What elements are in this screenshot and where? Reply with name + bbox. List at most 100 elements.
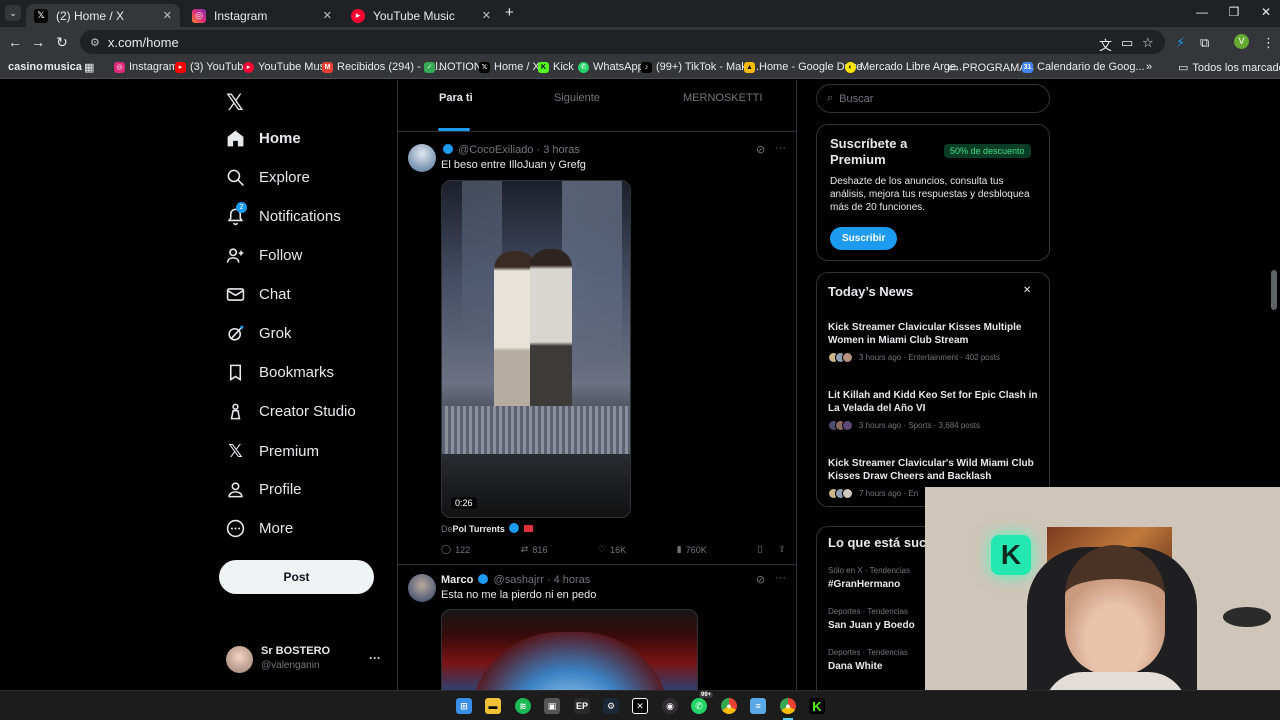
capcut-icon[interactable]: ✕ <box>632 698 648 714</box>
nav-chat[interactable]: Chat <box>226 285 291 304</box>
close-icon[interactable]: ✕ <box>1023 285 1031 296</box>
site-info-icon[interactable]: ⚙ <box>90 36 100 49</box>
nav-explore[interactable]: Explore <box>226 168 310 187</box>
nav-bookmarks[interactable]: Bookmarks <box>226 363 334 382</box>
nav-creator-studio[interactable]: Creator Studio <box>226 402 356 421</box>
minimize-window-button[interactable]: — <box>1187 5 1217 19</box>
source-name[interactable]: Pol Turrents <box>453 524 505 534</box>
epic-games-icon[interactable]: EP <box>574 698 590 714</box>
bookmark-icon <box>229 364 242 382</box>
extensions-puzzle-icon[interactable]: ⧉ <box>1200 35 1209 51</box>
trend-item[interactable]: Deportes · Tendencias San Juan y Boedo <box>828 607 915 631</box>
video-source[interactable]: DePol Turrents <box>441 523 533 534</box>
more-bookmarks-chevron-icon[interactable]: » <box>1146 61 1152 73</box>
bookmark-musica[interactable]: musica <box>44 61 82 73</box>
tweet[interactable]: @CocoExiliado · 3 horas ⊘ ··· El beso en… <box>398 140 796 565</box>
avatar[interactable] <box>408 574 436 602</box>
nav-grok[interactable]: Grok <box>226 324 292 343</box>
store-icon[interactable]: ▣ <box>544 698 560 714</box>
nav-home[interactable]: Home <box>226 129 301 148</box>
tweet-handle[interactable]: @sashajrr <box>494 574 544 586</box>
cast-icon[interactable]: ▭ <box>1121 35 1133 51</box>
views-button[interactable]: ▮ 760K <box>677 544 707 555</box>
share-icon[interactable]: ⇧ <box>778 544 786 555</box>
grok-explain-icon[interactable]: ⊘ <box>756 143 765 156</box>
tab-mernosketti[interactable]: MERNOSKETTI <box>683 92 762 104</box>
file-explorer-icon[interactable]: ▬ <box>485 698 501 714</box>
bookmark-star-icon[interactable]: ☆ <box>1142 35 1154 51</box>
menu-kebab-icon[interactable]: ⋮ <box>1262 35 1275 51</box>
reload-button[interactable]: ↻ <box>53 34 71 51</box>
search-input[interactable]: ⌕ Buscar <box>816 84 1050 113</box>
tab-para-ti[interactable]: Para ti <box>439 92 473 104</box>
bookmark-kick[interactable]: K Kick <box>538 61 574 73</box>
tweet[interactable]: Marco @sashajrr · 4 horas ⊘ ··· Esta no … <box>398 570 796 690</box>
page-scrollbar[interactable] <box>1271 270 1277 310</box>
tweet-time[interactable]: 4 horas <box>554 574 591 586</box>
bookmark-youtube[interactable]: ▸ (3) YouTube <box>175 61 250 73</box>
new-tab-button[interactable]: + <box>505 4 514 21</box>
bookmark-youtube-music[interactable]: ▸ YouTube Music <box>243 61 333 73</box>
obs-icon[interactable]: ◉ <box>662 698 678 714</box>
nav-notifications[interactable]: 2 Notifications <box>226 202 341 226</box>
tab-instagram[interactable]: ◎ Instagram ✕ <box>184 4 340 27</box>
restore-window-button[interactable]: ❐ <box>1219 5 1249 19</box>
nav-more[interactable]: More <box>226 519 293 538</box>
chrome-icon[interactable]: ● <box>721 698 737 714</box>
tweet-handle[interactable]: @CocoExiliado <box>458 144 533 156</box>
bookmark-icon[interactable]: ▯ <box>757 544 762 555</box>
like-button[interactable]: ♡ 16K <box>598 544 626 555</box>
kick-app-icon[interactable]: K <box>809 698 825 714</box>
bookmark-whatsapp[interactable]: ✆ WhatsApp <box>578 61 644 73</box>
account-more-icon[interactable]: ··· <box>369 651 381 665</box>
tweet-image[interactable] <box>441 609 698 690</box>
subscribe-button[interactable]: Suscribir <box>830 227 898 250</box>
reply-button[interactable]: ◯ 122 <box>441 544 470 555</box>
steam-icon[interactable]: ⚙ <box>603 698 619 714</box>
tab-siguiente[interactable]: Siguiente <box>554 92 600 104</box>
news-item[interactable]: Kick Streamer Clavicular Kisses Multiple… <box>828 321 1040 363</box>
bookmark-casino[interactable]: casino <box>8 61 43 73</box>
all-bookmarks-folder[interactable]: ▭Todos los marcadores <box>1178 61 1280 75</box>
notepad-icon[interactable]: ≡ <box>750 698 766 714</box>
nav-follow[interactable]: Follow <box>226 246 302 265</box>
tweet-video[interactable]: 0:26 <box>441 180 631 518</box>
avatar[interactable] <box>408 144 436 172</box>
tweet-time[interactable]: 3 horas <box>543 144 580 156</box>
tab-search-button[interactable]: ⌄ <box>5 5 21 21</box>
close-tab-icon[interactable]: ✕ <box>163 9 172 22</box>
tweet-more-icon[interactable]: ··· <box>775 142 786 154</box>
windows-start-icon[interactable]: ⊞ <box>456 698 472 714</box>
bookmark-home-x[interactable]: 𝕏 Home / X <box>479 61 540 73</box>
address-bar[interactable]: ⚙ x.com/home <box>80 30 1165 54</box>
tweet-more-icon[interactable]: ··· <box>775 572 786 584</box>
bookmark-notion[interactable]: ✓ NOTION <box>424 61 482 73</box>
close-tab-icon[interactable]: ✕ <box>323 9 332 22</box>
nav-premium[interactable]: 𝕏 Premium <box>226 441 319 462</box>
bookmark-google-calendar[interactable]: 31 Calendario de Goog... <box>1022 61 1145 73</box>
trend-item[interactable]: Deportes · Tendencias Dana White <box>828 648 908 672</box>
repost-button[interactable]: ⇄ 816 <box>521 544 548 555</box>
spotify-icon[interactable]: ≋ <box>515 698 531 714</box>
whatsapp-icon[interactable]: ✆ 99+ <box>691 692 714 714</box>
close-tab-icon[interactable]: ✕ <box>482 9 491 22</box>
translate-icon[interactable]: 文 <box>1099 35 1112 54</box>
post-button[interactable]: Post <box>219 560 374 594</box>
tweet-author-name[interactable]: Marco <box>441 574 473 586</box>
back-button[interactable]: ← <box>6 34 24 50</box>
tab-home-x[interactable]: 𝕏 (2) Home / X ✕ <box>26 4 180 27</box>
news-item[interactable]: Lit Killah and Kidd Keo Set for Epic Cla… <box>828 389 1040 431</box>
chrome-active-icon[interactable]: ● <box>780 698 796 714</box>
x-logo-icon[interactable]: 𝕏 <box>226 90 244 116</box>
tab-youtube-music[interactable]: ▸ YouTube Music ✕ <box>343 4 499 27</box>
forward-button[interactable]: → <box>29 34 47 50</box>
close-window-button[interactable]: ✕ <box>1251 5 1280 19</box>
nav-profile[interactable]: Profile <box>226 480 302 499</box>
profile-avatar[interactable]: V <box>1234 34 1249 49</box>
trend-item[interactable]: Sólo en X · Tendencias #GranHermano <box>828 566 910 590</box>
bookmark-instagram[interactable]: ◎ Instagram <box>114 61 178 73</box>
extension-icon[interactable]: ⚡ <box>1176 35 1185 51</box>
grok-explain-icon[interactable]: ⊘ <box>756 573 765 586</box>
apps-grid-icon[interactable]: ▦ <box>84 61 94 74</box>
account-switcher[interactable]: Sr BOSTERO @valenganin ··· <box>226 643 386 679</box>
